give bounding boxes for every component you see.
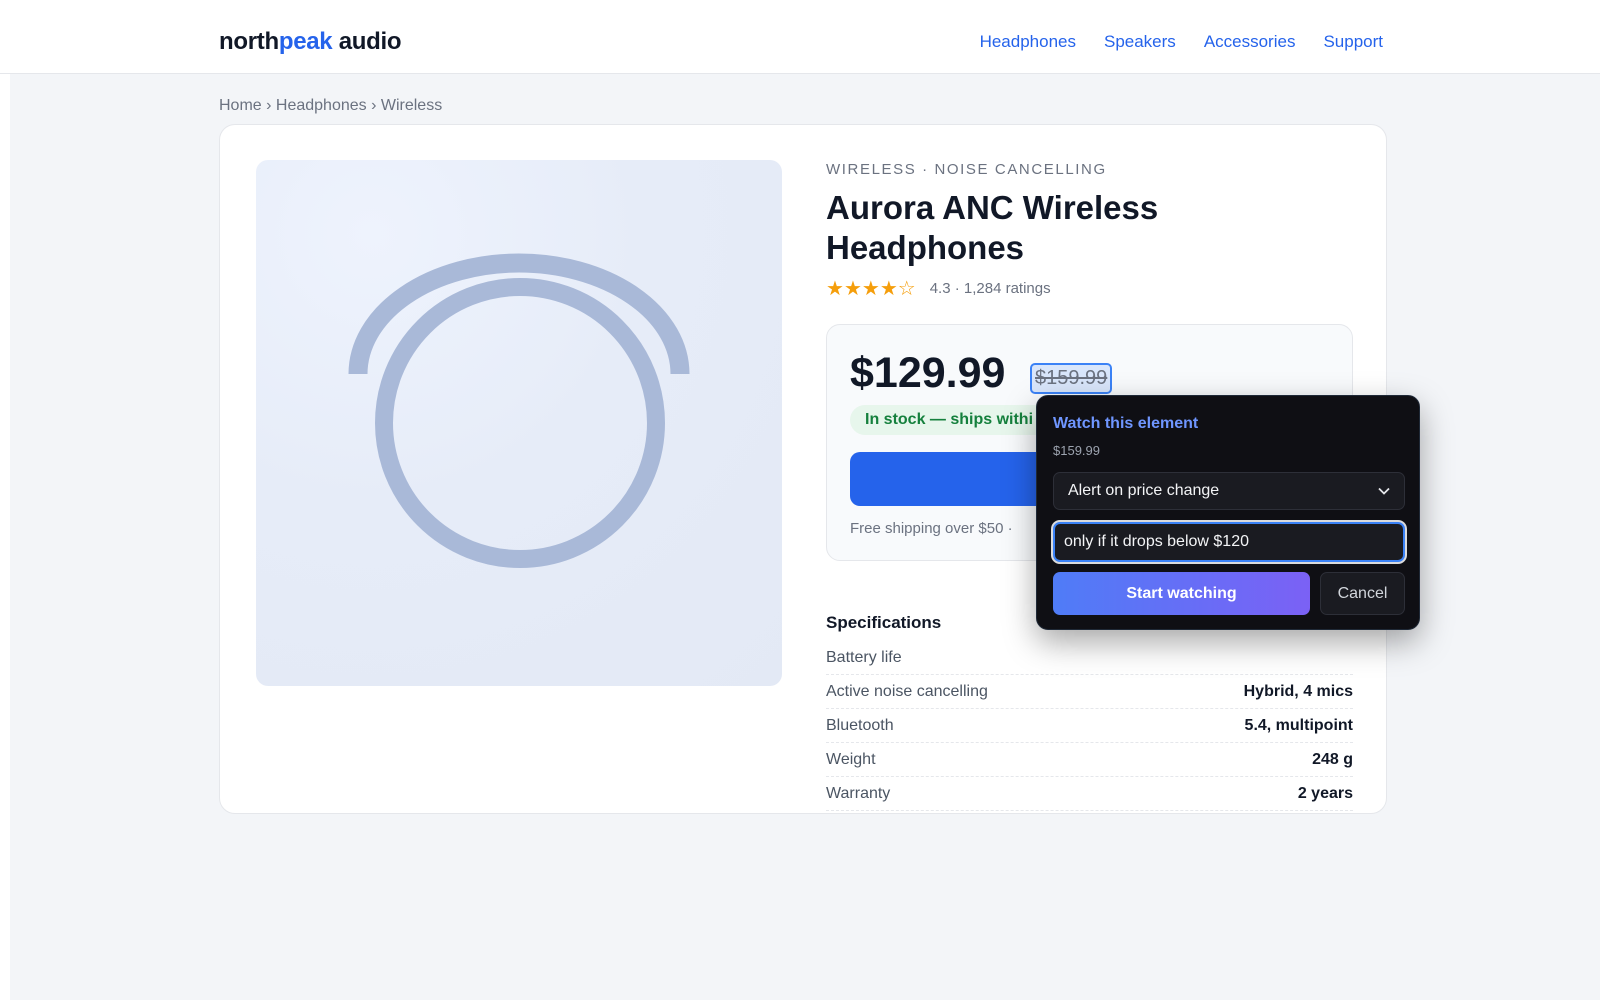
spec-label: Warranty [826,784,891,802]
product-rating: ★★★★☆ 4.3 · 1,284 ratings [826,276,1353,301]
alert-mode-value: Alert on price change [1068,482,1220,499]
spec-label: Bluetooth [826,716,894,734]
spec-value: 5.4, multipoint [1244,716,1353,734]
star-icon: ★ [861,278,880,300]
spec-row: Bluetooth 5.4, multipoint [826,709,1353,743]
nav-accessories[interactable]: Accessories [1204,32,1296,52]
nav-support[interactable]: Support [1323,32,1383,52]
product-info: WIRELESS · NOISE CANCELLING Aurora ANC W… [826,161,1353,811]
nav-headphones[interactable]: Headphones [980,32,1076,52]
product-title: Aurora ANC Wireless Headphones [826,189,1159,266]
condition-input[interactable] [1053,522,1405,562]
spec-value: Hybrid, 4 mics [1243,682,1353,700]
logo-prefix: north [219,28,279,55]
breadcrumb[interactable]: Home › Headphones › Wireless [219,97,442,115]
spec-row: Weight 248 g [826,743,1353,777]
chevron-down-icon [1378,487,1390,495]
main-nav: Headphones Speakers Accessories Support [980,32,1383,52]
product-image [256,160,782,686]
page-gutter [0,0,10,1000]
start-watching-button[interactable]: Start watching [1053,572,1310,615]
product-category: WIRELESS · NOISE CANCELLING [826,161,1107,178]
original-price-highlighted[interactable]: $159.99 [1029,363,1113,394]
cancel-button[interactable]: Cancel [1320,572,1405,615]
specifications: Specifications Battery life Active noise… [826,613,1353,811]
logo-suffix: audio [332,28,402,55]
site-header: northpeak audio Headphones Speakers Acce… [0,0,1600,74]
headphones-icon [348,253,690,568]
watch-element-popup: Watch this element $159.99 Alert on pric… [1036,395,1420,630]
spec-row: Active noise cancelling Hybrid, 4 mics [826,675,1353,709]
star-icon: ★ [826,278,844,300]
spec-value: 248 g [1312,750,1353,768]
rating-text: 4.3 · 1,284 ratings [929,280,1051,297]
shipping-note: Free shipping over $50 · [850,520,1013,537]
spec-value: 2 years [1297,784,1353,802]
alert-mode-select[interactable]: Alert on price change [1053,472,1405,510]
star-icon: ★ [843,278,862,300]
spec-label: Battery life [826,648,902,666]
site-logo[interactable]: northpeak audio [219,28,402,56]
spec-label: Active noise cancelling [826,682,988,700]
watched-value: $159.99 [1053,443,1100,458]
current-price: $129.99 [850,349,1006,397]
spec-row: Battery life [826,641,1353,675]
logo-accent: peak [278,28,333,55]
popup-title: Watch this element [1053,415,1199,432]
spec-label: Weight [826,750,876,768]
rating-stars: ★★★★☆ [826,276,916,301]
star-icon: ★ [879,278,898,300]
star-empty-icon: ☆ [897,278,916,300]
spec-row: Warranty 2 years [826,777,1353,811]
nav-speakers[interactable]: Speakers [1104,32,1176,52]
